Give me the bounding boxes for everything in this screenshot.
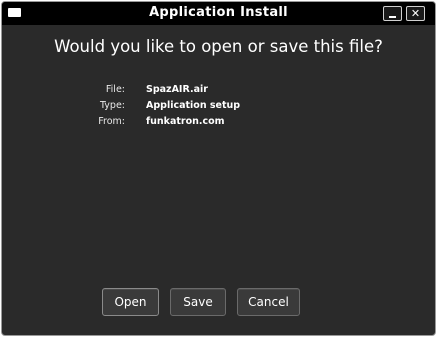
open-button[interactable]: Open xyxy=(102,288,159,316)
close-icon: ✕ xyxy=(410,7,421,20)
file-value: SpazAIR.air xyxy=(146,84,208,95)
minimize-button[interactable] xyxy=(383,6,402,21)
type-label: Type: xyxy=(99,100,125,111)
title-bar[interactable]: Application Install ✕ xyxy=(2,2,435,25)
window-title: Application Install xyxy=(149,5,288,20)
cancel-button[interactable]: Cancel xyxy=(237,288,300,316)
from-label: From: xyxy=(98,116,125,127)
application-install-dialog: Application Install ✕ Would you like to … xyxy=(1,1,436,336)
from-value: funkatron.com xyxy=(146,116,225,127)
type-row: Type: Application setup xyxy=(2,100,435,116)
from-row: From: funkatron.com xyxy=(2,116,435,132)
close-button[interactable]: ✕ xyxy=(406,6,425,21)
minimize-icon xyxy=(389,16,396,18)
prompt-question: Would you like to open or save this file… xyxy=(54,37,383,56)
type-value: Application setup xyxy=(146,100,241,111)
save-button[interactable]: Save xyxy=(170,288,226,316)
file-label: File: xyxy=(105,84,125,95)
file-row: File: SpazAIR.air xyxy=(2,84,435,100)
